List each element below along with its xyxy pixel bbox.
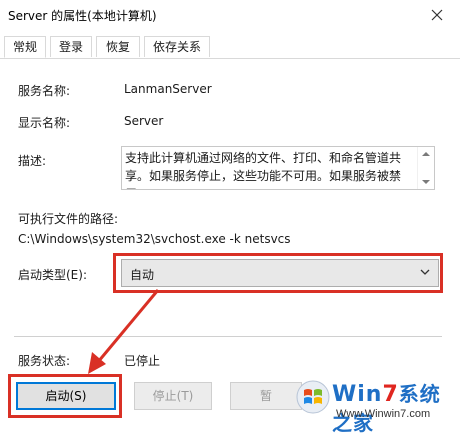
service-name-value: LanmanServer [124,82,212,96]
display-name-value: Server [124,114,164,128]
watermark: Win7系统之家 Www.Winwin7.com [296,378,456,435]
close-button[interactable] [414,0,460,30]
window-title: Server 的属性(本地计算机) [8,9,157,23]
windows-logo-icon [296,380,330,414]
divider [14,336,442,337]
service-status-label: 服务状态: [18,354,71,368]
stop-button[interactable]: 停止(T) [134,382,212,410]
start-button[interactable]: 启动(S) [16,382,116,410]
watermark-brand: Win7系统之家 [332,382,441,435]
tab-logon[interactable]: 登录 [50,36,92,57]
exe-path-value: C:\Windows\system32\svchost.exe -k netsv… [18,232,291,246]
close-icon [431,9,443,21]
chevron-down-icon [420,269,430,275]
tab-dependencies[interactable]: 依存关系 [144,36,210,57]
display-name-label: 显示名称: [18,116,71,130]
scroll-up-icon[interactable] [422,152,430,156]
startup-type-value: 自动 [130,268,155,282]
tab-bar: 常规 登录 恢复 依存关系 [0,36,460,59]
tab-recovery[interactable]: 恢复 [96,36,140,57]
exe-path-label: 可执行文件的路径: [18,212,119,226]
pause-button[interactable]: 暂 [230,382,302,410]
service-name-label: 服务名称: [18,84,71,98]
description-textbox[interactable]: 支持此计算机通过网络的文件、打印、和命名管道共享。如果服务停止，这些功能不可用。… [121,146,435,190]
description-text: 支持此计算机通过网络的文件、打印、和命名管道共享。如果服务停止，这些功能不可用。… [125,151,402,189]
title-bar: Server 的属性(本地计算机) [0,0,460,30]
watermark-url: Www.Winwin7.com [336,408,431,420]
startup-type-label: 启动类型(E): [18,268,87,282]
service-status-value: 已停止 [124,354,161,368]
description-label: 描述: [18,154,47,168]
scroll-down-icon[interactable] [422,180,430,184]
tab-general[interactable]: 常规 [4,36,46,58]
description-scrollbar[interactable] [417,147,434,189]
startup-type-select[interactable]: 自动 [121,259,439,287]
